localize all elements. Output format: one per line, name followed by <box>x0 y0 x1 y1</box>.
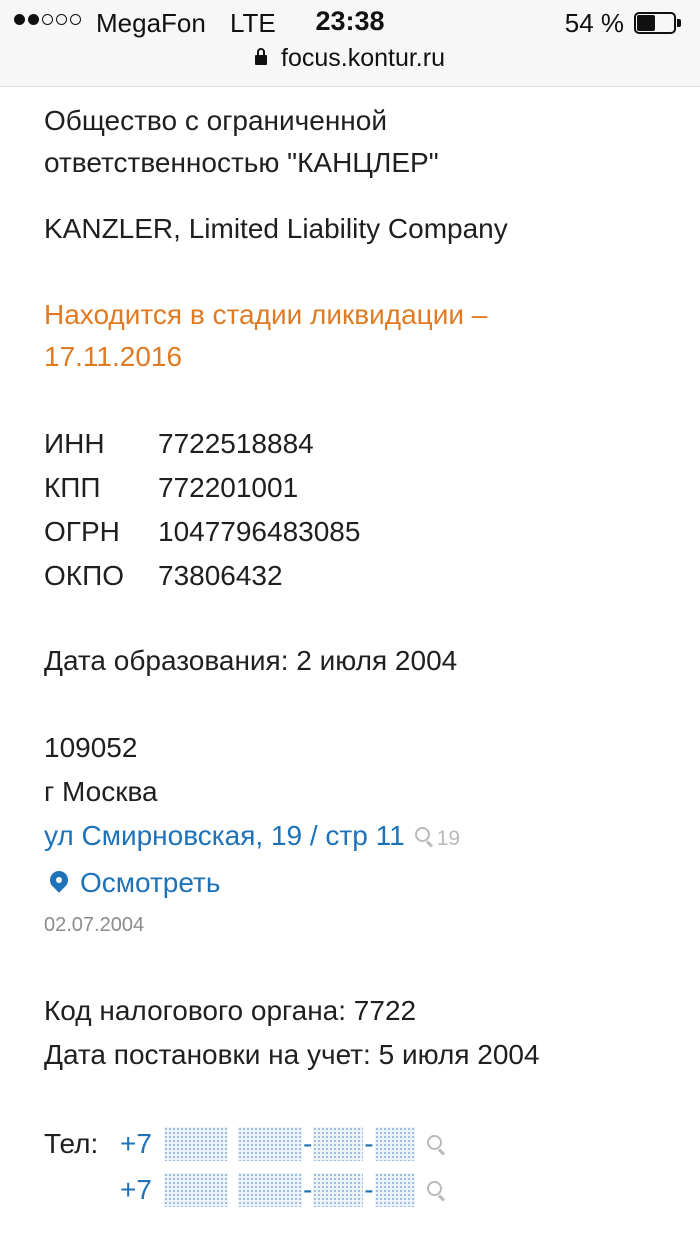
map-pin-icon[interactable] <box>46 867 72 895</box>
view-on-map-link[interactable]: Осмотреть <box>80 861 220 905</box>
battery-fill <box>637 15 655 31</box>
phone-separator: - <box>302 1174 313 1205</box>
code-value: 73806432 <box>158 560 283 591</box>
masked-phone-part[interactable] <box>313 1127 364 1161</box>
masked-phone-part[interactable] <box>313 1173 364 1207</box>
registration-codes: ИНН 7722518884 КПП 772201001 ОГРН 104779… <box>44 422 664 598</box>
code-label: ОКПО <box>44 560 124 591</box>
phone-separator: - <box>364 1128 374 1159</box>
search-icon[interactable] <box>414 827 433 848</box>
company-name-ru: Общество с ограниченной ответственностью… <box>44 105 439 178</box>
phone-separator: - <box>302 1128 313 1159</box>
company-name-en: KANZLER, Limited Liability Company <box>44 213 508 244</box>
phone-label: Тел: <box>44 1128 99 1159</box>
code-row-inn: ИНН 7722518884 <box>44 422 664 466</box>
street-row: ул Смирновская, 19 / стр 11 19 <box>44 814 664 861</box>
tax-office-code: Код налогового органа: 7722 <box>44 995 417 1026</box>
code-row-kpp: КПП 772201001 <box>44 466 664 510</box>
url-bar[interactable]: focus.kontur.ru <box>0 44 700 73</box>
masked-phone-part[interactable] <box>374 1173 415 1207</box>
masked-phone-part[interactable] <box>163 1127 228 1161</box>
tax-registration-date: Дата постановки на учет: 5 июля 2004 <box>44 1039 540 1070</box>
address-block: 109052 г Москва ул Смирновская, 19 / стр… <box>44 726 664 945</box>
postcode: 109052 <box>44 732 138 763</box>
phone-prefix[interactable]: +7 <box>120 1167 152 1213</box>
code-row-ogrn: ОГРН 1047796483085 <box>44 510 664 554</box>
phone-prefix[interactable]: +7 <box>120 1121 152 1167</box>
phone-row: +7 - - <box>44 1167 664 1213</box>
search-icon[interactable] <box>426 1181 445 1202</box>
masked-phone-part[interactable] <box>163 1173 228 1207</box>
masked-phone-part[interactable] <box>237 1173 302 1207</box>
lock-icon <box>255 48 267 65</box>
company-card: Общество с ограниченной ответственностью… <box>44 100 664 1213</box>
phone-row: Тел: +7 - - <box>44 1121 664 1167</box>
founded-date: Дата образования: 2 июля 2004 <box>44 645 458 676</box>
masked-phone-part[interactable] <box>237 1127 302 1161</box>
phones-block: Тел: +7 - - +7 - - <box>44 1121 664 1213</box>
code-label: КПП <box>44 472 101 503</box>
code-row-okpo: ОКПО 73806432 <box>44 554 664 598</box>
code-value: 772201001 <box>158 472 299 503</box>
city: г Москва <box>44 776 158 807</box>
status-bar: MegaFon LTE 23:38 54 % focus.kontur.ru <box>0 0 700 87</box>
address-search-count[interactable]: 19 <box>437 827 460 850</box>
masked-phone-part[interactable] <box>374 1127 415 1161</box>
address-date: 02.07.2004 <box>44 914 145 936</box>
code-label: ИНН <box>44 428 105 459</box>
phone-separator: - <box>364 1174 374 1205</box>
liquidation-status: Находится в стадии ликвидации – 17.11.20… <box>44 299 488 372</box>
tax-info: Код налогового органа: 7722 Дата постано… <box>44 989 664 1077</box>
code-value: 1047796483085 <box>158 516 361 547</box>
street-address-link[interactable]: ул Смирновская, 19 / стр 11 <box>44 820 405 851</box>
search-icon[interactable] <box>426 1135 445 1156</box>
battery-percentage: 54 % <box>564 8 624 38</box>
view-on-map-row[interactable]: Осмотреть <box>44 861 664 905</box>
code-value: 7722518884 <box>158 428 314 459</box>
code-label: ОГРН <box>44 516 120 547</box>
url-domain: focus.kontur.ru <box>281 44 445 72</box>
battery-icon <box>634 12 682 34</box>
